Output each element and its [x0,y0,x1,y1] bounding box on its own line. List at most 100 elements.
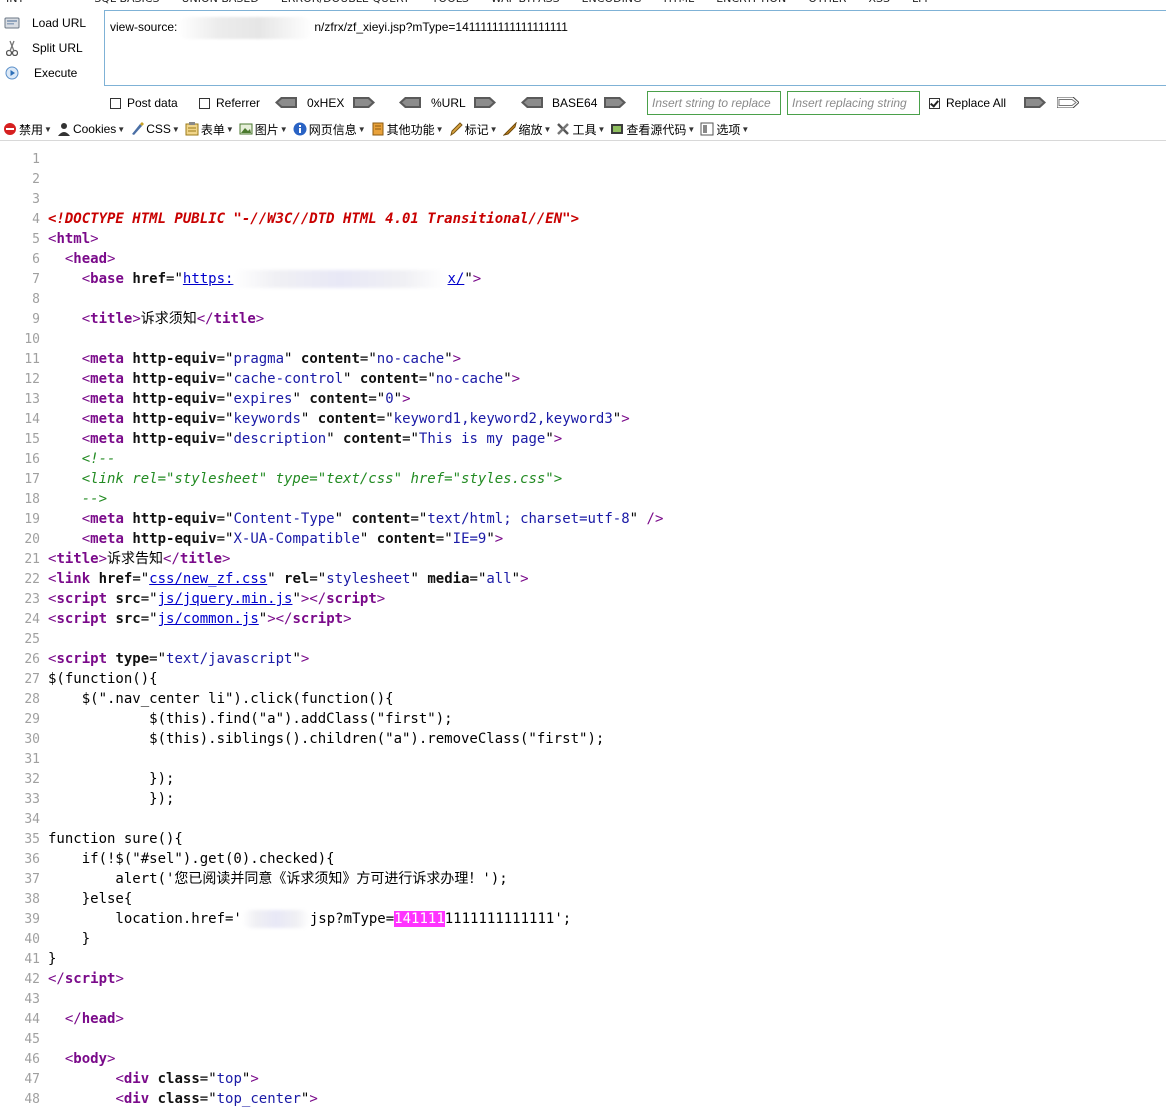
source-line: 34 [0,809,40,829]
dropdown-arrow-icon: ▼ [171,124,180,134]
code-token: < [81,531,91,547]
code-token: > [494,531,504,547]
code-token: }); [48,791,175,807]
base64-decode-arrow-icon[interactable] [521,97,543,108]
top-menu-item[interactable]: UNION BASED [181,0,258,5]
toolbar-label: 禁用 [19,122,44,137]
split-url-button[interactable]: Split URL [4,37,83,59]
source-line: 35 function sure(){ [0,829,183,849]
script-link-common[interactable]: js/common.js [158,611,259,627]
toolbar-cookies[interactable]: Cookies ▼ [57,122,125,136]
hex-encode-arrow-icon[interactable] [353,97,375,108]
code-token: content [376,531,436,547]
code-token: content [309,391,369,407]
script-link-jquery[interactable]: js/jquery.min.js [158,591,293,607]
top-menu-item[interactable]: TOOLS [432,0,469,5]
toolbar-disable[interactable]: 禁用 ▼ [3,121,52,138]
post-data-checkbox[interactable]: Post data [110,96,178,110]
source-line: 32 }); [0,769,174,789]
toolbar-outline[interactable]: 标记 ▼ [449,121,498,138]
top-menu-item[interactable]: ENCODING [582,0,642,5]
code-token: text/html; charset=utf-8 [427,511,630,527]
base64-label: BASE64 [552,96,598,110]
load-url-icon [4,15,20,31]
post-data-box[interactable] [110,97,121,109]
code-token: script [326,591,377,607]
code-token: /> [646,511,664,527]
code-token: alert('您已阅读并同意《诉求须知》方可进行诉求办理！'); [48,871,508,887]
dropdown-arrow-icon: ▼ [44,124,52,134]
replacing-string-input[interactable]: Insert replacing string [787,91,920,115]
line-number: 29 [24,712,40,727]
line-number: 20 [24,532,40,547]
line-number: 13 [24,392,40,407]
stylesheet-link[interactable]: css/new_zf.css [149,571,267,587]
toolbar-view-source[interactable]: 查看源代码 ▼ [610,121,695,138]
hex-decode-arrow-icon[interactable] [275,97,297,108]
toolbar-forms[interactable]: 表单 ▼ [185,121,234,138]
code-token: head [73,251,108,267]
source-line: 30 $(this).siblings().children("a").remo… [0,729,604,749]
top-menu-item[interactable]: WAF BYPASS [491,0,560,5]
code-token: ></ [300,591,327,607]
line-number: 8 [32,292,40,307]
code-token: > [115,1011,124,1027]
toolbar-options[interactable]: 选项 ▼ [700,121,749,138]
source-line: 7 <base href="https: x/"> [0,269,481,289]
top-menu-item[interactable]: INT [6,0,24,5]
code-token: > [107,1051,116,1067]
replace-all-label: Replace All [946,96,1007,110]
misc-icon [371,122,385,136]
source-line: 10 [0,329,40,349]
source-line: 43 [0,989,40,1009]
line-number: 10 [24,332,40,347]
base-href-link[interactable]: https: [183,271,234,287]
line-number: 26 [24,652,40,667]
base-href-link-end[interactable]: x/ [447,271,464,287]
replace-all-box[interactable] [929,97,940,109]
replace-all-checkbox[interactable]: Replace All [929,96,1006,110]
referrer-checkbox[interactable]: Referrer [199,96,260,110]
insert-string-input[interactable]: Insert string to replace [647,91,781,115]
source-line: 28 $(".nav_center li").click(function(){ [0,689,393,709]
referrer-box[interactable] [199,97,210,109]
code-token: > [553,431,563,447]
base64-encode-arrow-icon[interactable] [604,97,626,108]
url-decode-arrow-icon[interactable] [399,97,421,108]
code-token: < [81,511,91,527]
toolbar-info[interactable]: 网页信息 ▼ [293,121,366,138]
code-token: < [81,431,91,447]
code-token: $(".nav_center li").click(function(){ [48,691,394,707]
toolbar-tools[interactable]: 工具 ▼ [556,121,605,138]
toolbar-resize[interactable]: 缩放 ▼ [502,121,551,138]
code-token: Content-Type [233,511,335,527]
top-menu-item[interactable]: SQL BASICS [94,0,159,5]
url-textarea[interactable]: view-source: n/zfrx/zf_xieyi.jsp?mType=14… [104,10,1166,86]
top-menu-item[interactable]: HTML [664,0,695,5]
code-token: class [157,1071,200,1087]
toolbar-images[interactable]: 图片 ▼ [239,121,288,138]
source-line: 16 <!-- [0,449,115,469]
code-token: > [98,551,108,567]
code-token: IE=9 [452,531,487,547]
load-url-button[interactable]: Load URL [4,12,86,34]
url-encode-arrow-icon[interactable] [474,97,496,108]
top-menu-item[interactable]: ENCRYPTION [716,0,786,5]
replace-all-go-arrow-icon[interactable] [1057,97,1079,108]
hackbar-options-row: Post data Referrer 0xHEX %URL BASE64 Ins… [0,90,1166,117]
top-menu-item[interactable]: LFI [912,0,928,5]
top-menu-item[interactable]: OTHER [808,0,846,5]
execute-button[interactable]: Execute [4,62,77,84]
toolbar-label: 选项 [716,122,741,137]
replace-go-arrow-icon[interactable] [1024,97,1046,108]
post-data-label: Post data [127,96,178,110]
code-token: http-equiv [132,411,217,427]
code-token: </ [163,551,180,567]
toolbar-label: 工具 [572,122,597,137]
top-menu-item[interactable]: ERROR/DOUBLE QUERY [281,0,410,5]
css-icon [130,122,145,136]
toolbar-misc[interactable]: 其他功能 ▼ [371,121,444,138]
toolbar-css[interactable]: CSS ▼ [130,122,180,136]
top-menu-item[interactable]: XSS [868,0,890,5]
code-token: <title>诉求须知</title> [48,309,264,329]
